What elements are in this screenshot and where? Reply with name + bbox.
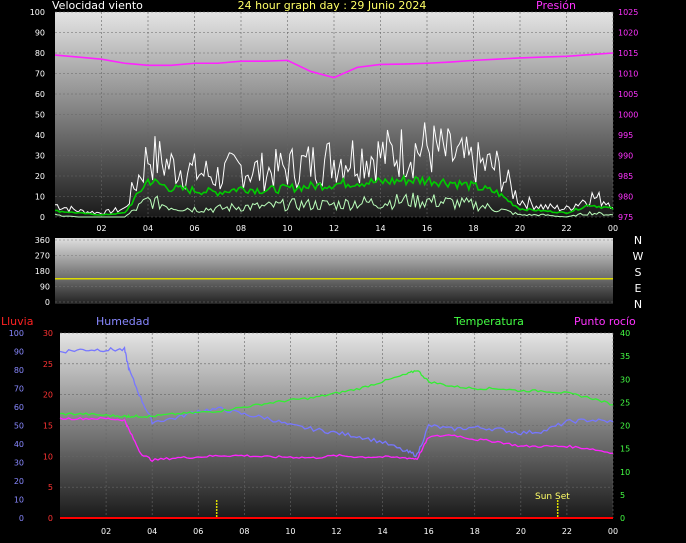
- pressure-tick-label: 1000: [618, 111, 638, 120]
- wind-tick-label: 0: [40, 213, 45, 222]
- time-axis-bottom: 02 04 06 08 10 12 14 16 18 20 22 00: [101, 527, 618, 536]
- time-tick-label: 06: [193, 527, 203, 536]
- pressure-tick-label: 985: [618, 172, 633, 181]
- time-tick-label: 08: [239, 527, 249, 536]
- time-axis-top: 02 04 06 08 10 12 14 16 18 20 22 00: [96, 224, 618, 233]
- wind-speed-axis: 0 10 20 30 40 50 60 70 80 90 100: [30, 8, 45, 222]
- humidity-tick-label: 80: [14, 366, 24, 375]
- dewpoint-label: Punto rocío: [574, 315, 636, 328]
- humidity-tick-label: 10: [14, 496, 24, 505]
- humidity-tick-label: 0: [19, 514, 24, 523]
- temperature-tick-label: 20: [620, 422, 630, 431]
- wind-tick-label: 40: [35, 131, 45, 140]
- time-tick-label: 12: [329, 224, 339, 233]
- direction-tick-label: 90: [40, 283, 50, 292]
- pressure-tick-label: 1015: [618, 49, 638, 58]
- time-tick-label: 16: [424, 527, 434, 536]
- pressure-tick-label: 1010: [618, 70, 638, 79]
- time-tick-label: 20: [515, 224, 525, 233]
- time-tick-label: 18: [470, 527, 480, 536]
- direction-axis: 0 90 180 270 360: [35, 236, 50, 307]
- time-tick-label: 14: [375, 224, 385, 233]
- wind-tick-label: 50: [35, 111, 45, 120]
- compass-label: N: [634, 234, 642, 247]
- temperature-tick-label: 40: [620, 329, 630, 338]
- time-tick-label: 08: [236, 224, 246, 233]
- compass-label: E: [635, 282, 642, 295]
- temperature-tick-label: 5: [620, 491, 625, 500]
- rain-tick-label: 15: [43, 422, 53, 431]
- time-tick-label: 12: [331, 527, 341, 536]
- direction-tick-label: 360: [35, 236, 50, 245]
- pressure-axis: 975 980 985 990 995 1000 1005 1010 1015 1020 1025: [618, 8, 638, 222]
- temperature-tick-label: 30: [620, 375, 630, 384]
- wind-tick-label: 20: [35, 172, 45, 181]
- humidity-tick-label: 40: [14, 440, 24, 449]
- rain-tick-label: 10: [43, 452, 53, 461]
- wind-tick-label: 30: [35, 152, 45, 161]
- temperature-tick-label: 10: [620, 468, 630, 477]
- time-tick-label: 20: [516, 527, 526, 536]
- weather-chart: 0102030405060708090100 97598098599099510…: [1, 0, 644, 536]
- humidity-tick-label: 30: [14, 459, 24, 468]
- pressure-tick-label: 990: [618, 152, 633, 161]
- time-tick-label: 04: [147, 527, 157, 536]
- compass-label: N: [634, 298, 642, 311]
- time-tick-label: 16: [422, 224, 432, 233]
- time-tick-label: 10: [282, 224, 292, 233]
- pressure-tick-label: 1025: [618, 8, 638, 17]
- direction-tick-label: 180: [35, 267, 50, 276]
- rain-label: Lluvia: [1, 315, 33, 328]
- humidity-tick-label: 100: [9, 329, 24, 338]
- wind-tick-label: 60: [35, 90, 45, 99]
- rain-tick-label: 0: [48, 514, 53, 523]
- time-tick-label: 04: [143, 224, 153, 233]
- pressure-tick-label: 980: [618, 193, 633, 202]
- direction-tick-label: 0: [45, 298, 50, 307]
- humidity-tick-label: 50: [14, 422, 24, 431]
- temperature-tick-label: 0: [620, 514, 625, 523]
- rain-tick-label: 30: [43, 329, 53, 338]
- rain-tick-label: 20: [43, 391, 53, 400]
- chart-title: 24 hour graph day : 29 Junio 2024: [238, 0, 427, 12]
- time-tick-label: 22: [562, 527, 572, 536]
- pressure-tick-label: 995: [618, 131, 633, 140]
- time-tick-label: 10: [285, 527, 295, 536]
- temperature-label: Temperatura: [453, 315, 524, 328]
- direction-tick-label: 270: [35, 252, 50, 261]
- temperature-tick-label: 35: [620, 352, 630, 361]
- wind-tick-label: 70: [35, 70, 45, 79]
- time-tick-label: 06: [189, 224, 199, 233]
- humidity-tick-label: 60: [14, 403, 24, 412]
- pressure-label: Presión: [536, 0, 576, 12]
- wind-tick-label: 100: [30, 8, 45, 17]
- time-tick-label: 14: [377, 527, 387, 536]
- direction-panel-background: [55, 238, 613, 304]
- rain-tick-label: 5: [48, 483, 53, 492]
- temperature-tick-label: 25: [620, 398, 630, 407]
- humidity-tick-label: 20: [14, 477, 24, 486]
- pressure-tick-label: 1005: [618, 90, 638, 99]
- time-tick-label: 00: [608, 224, 618, 233]
- wind-tick-label: 80: [35, 49, 45, 58]
- humidity-tick-label: 90: [14, 348, 24, 357]
- pressure-tick-label: 1020: [618, 29, 638, 38]
- time-tick-label: 00: [608, 527, 618, 536]
- humidity-label: Humedad: [96, 315, 149, 328]
- compass-label: W: [633, 250, 644, 263]
- time-tick-label: 02: [101, 527, 111, 536]
- wind-tick-label: 10: [35, 193, 45, 202]
- rain-tick-label: 25: [43, 360, 53, 369]
- time-tick-label: 18: [468, 224, 478, 233]
- compass-labels: NWSEN: [633, 234, 644, 311]
- time-tick-label: 22: [561, 224, 571, 233]
- compass-label: S: [635, 266, 642, 279]
- sunset-label: Sun Set: [535, 492, 570, 502]
- wind-speed-label: Velocidad viento: [52, 0, 143, 12]
- wind-tick-label: 90: [35, 29, 45, 38]
- temperature-tick-label: 15: [620, 445, 630, 454]
- time-tick-label: 02: [96, 224, 106, 233]
- humidity-tick-label: 70: [14, 385, 24, 394]
- pressure-tick-label: 975: [618, 213, 633, 222]
